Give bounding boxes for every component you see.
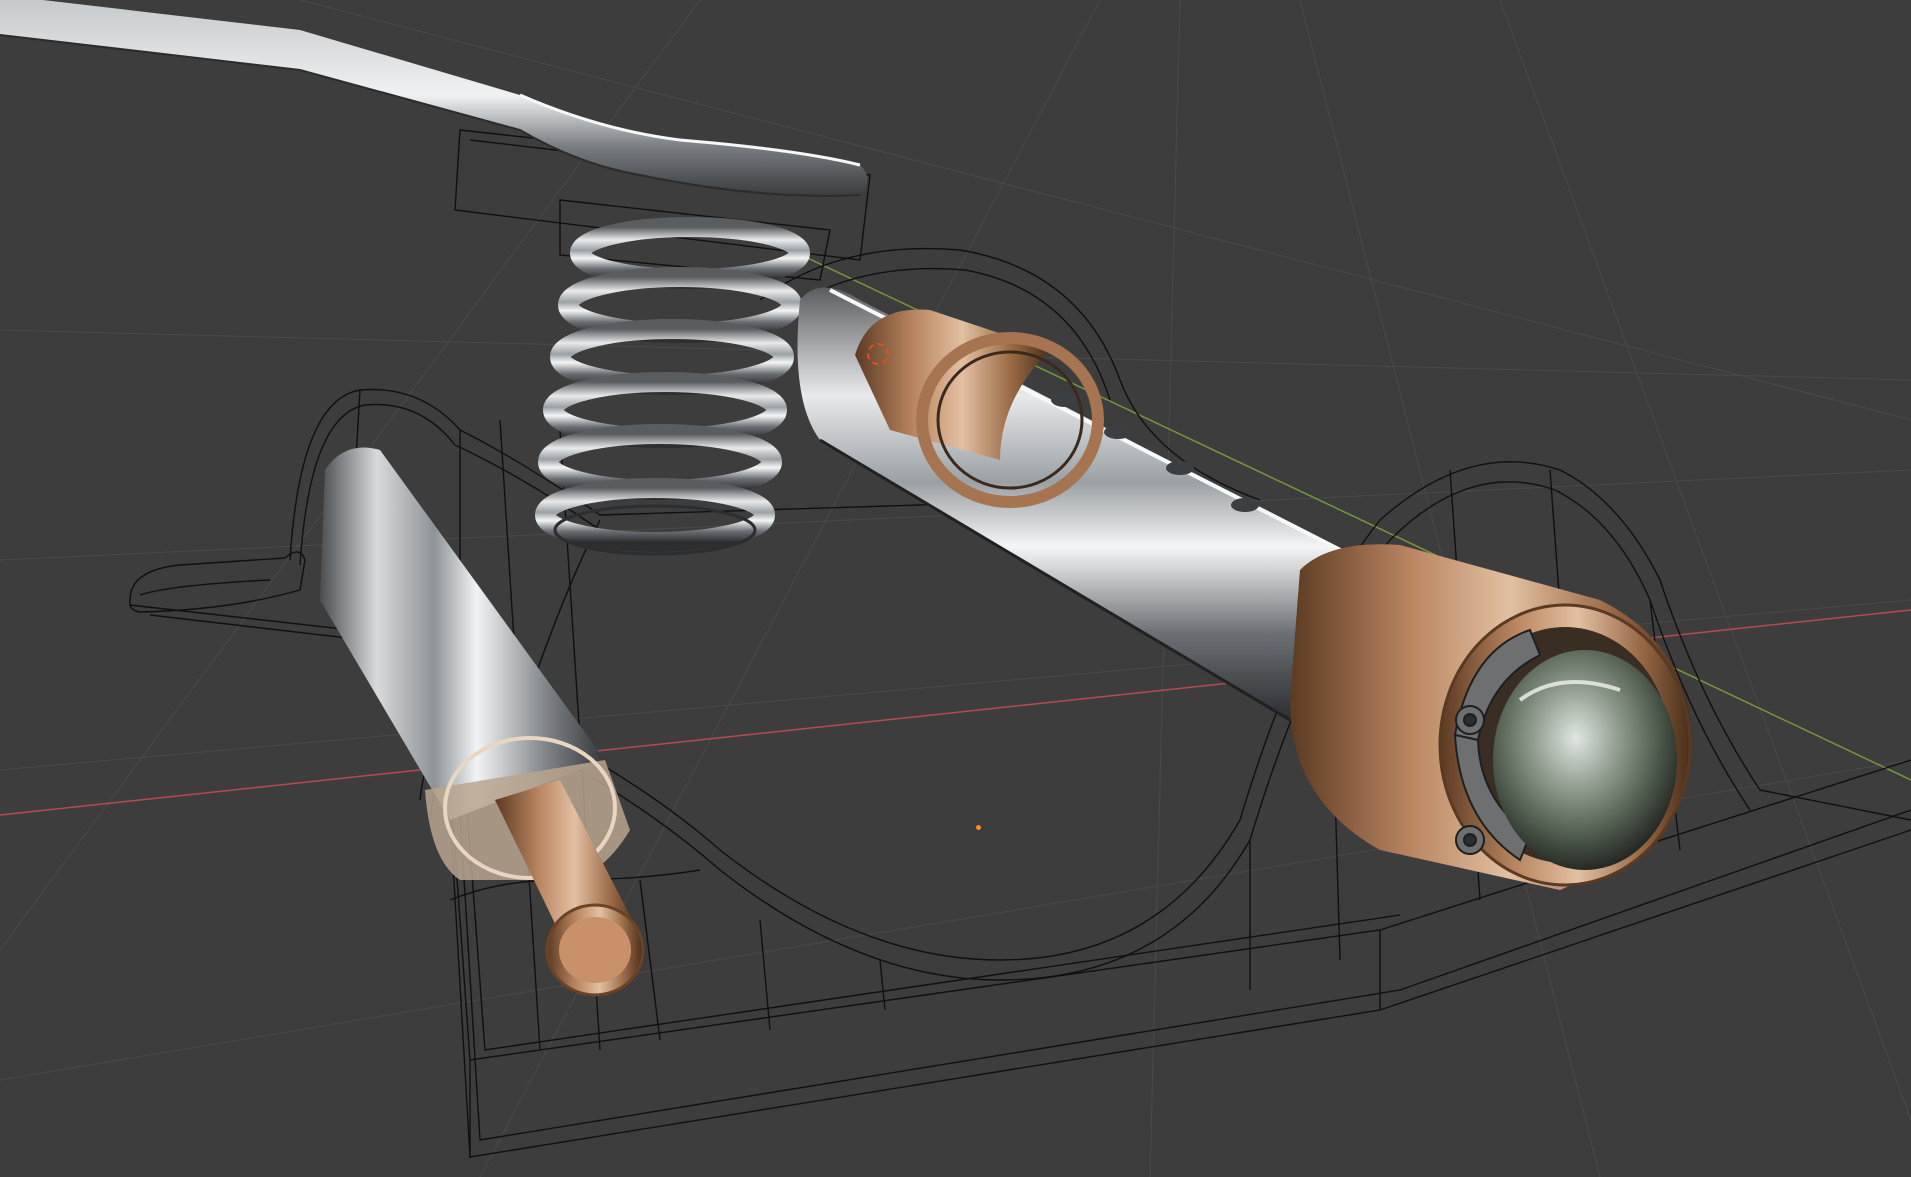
3d-viewport[interactable] bbox=[0, 0, 1911, 1177]
shaft-hole bbox=[1166, 461, 1194, 475]
shaft-hole bbox=[1231, 498, 1259, 512]
origin-dot-icon bbox=[976, 825, 981, 830]
compression-spring bbox=[535, 217, 810, 556]
viewport-grid bbox=[0, 0, 1911, 1177]
lever-arm bbox=[0, 0, 868, 197]
scene-render[interactable] bbox=[0, 0, 1911, 1177]
shaft-hole bbox=[1104, 425, 1132, 439]
ball-end bbox=[1493, 650, 1677, 870]
3d-cursor-icon[interactable] bbox=[867, 343, 889, 365]
shaft-hole bbox=[1051, 393, 1079, 407]
